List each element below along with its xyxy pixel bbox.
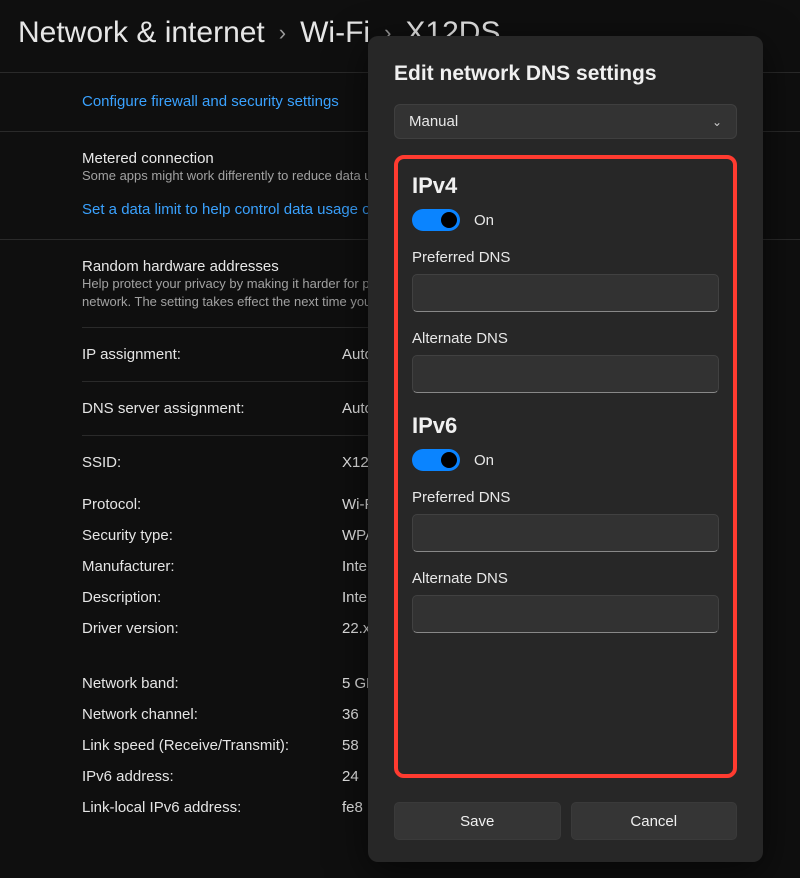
detail-key: Network band: bbox=[82, 675, 342, 692]
detail-val: 24 bbox=[342, 768, 359, 785]
dns-mode-select[interactable]: Manual ⌄ bbox=[394, 104, 737, 139]
dns-mode-value: Manual bbox=[409, 113, 458, 130]
ipv4-alternate-label: Alternate DNS bbox=[412, 330, 719, 347]
ipv4-block: IPv4 On Preferred DNS Alternate DNS bbox=[412, 173, 719, 407]
dns-config-highlight: IPv4 On Preferred DNS Alternate DNS IPv6… bbox=[394, 155, 737, 778]
detail-val: fe8 bbox=[342, 799, 363, 816]
detail-val: 22.x bbox=[342, 620, 370, 637]
ipv4-label: IPv4 bbox=[412, 173, 719, 199]
ipv4-toggle[interactable] bbox=[412, 209, 460, 231]
ipv6-preferred-input[interactable] bbox=[412, 514, 719, 552]
detail-key: IPv6 address: bbox=[82, 768, 342, 785]
detail-key: Manufacturer: bbox=[82, 558, 342, 575]
detail-val: 36 bbox=[342, 706, 359, 723]
save-button[interactable]: Save bbox=[394, 802, 561, 840]
chevron-down-icon: ⌄ bbox=[712, 115, 722, 129]
dialog-title: Edit network DNS settings bbox=[394, 62, 737, 86]
detail-key: Network channel: bbox=[82, 706, 342, 723]
detail-key: Link speed (Receive/Transmit): bbox=[82, 737, 342, 754]
ipv6-label: IPv6 bbox=[412, 413, 719, 439]
ipv4-alternate-input[interactable] bbox=[412, 355, 719, 393]
detail-key: Driver version: bbox=[82, 620, 342, 637]
detail-key: Link-local IPv6 address: bbox=[82, 799, 342, 816]
detail-key: Description: bbox=[82, 589, 342, 606]
detail-key: Protocol: bbox=[82, 496, 342, 513]
cancel-button[interactable]: Cancel bbox=[571, 802, 738, 840]
ipv4-preferred-input[interactable] bbox=[412, 274, 719, 312]
dns-settings-dialog: Edit network DNS settings Manual ⌄ IPv4 … bbox=[368, 36, 763, 862]
detail-key: Security type: bbox=[82, 527, 342, 544]
ipv6-preferred-label: Preferred DNS bbox=[412, 489, 719, 506]
detail-key: SSID: bbox=[82, 454, 342, 471]
ipv6-toggle-state: On bbox=[474, 452, 494, 469]
ipv4-toggle-state: On bbox=[474, 212, 494, 229]
ipv4-preferred-label: Preferred DNS bbox=[412, 249, 719, 266]
detail-val: 58 bbox=[342, 737, 359, 754]
chevron-right-icon: › bbox=[279, 20, 286, 46]
ipv6-toggle[interactable] bbox=[412, 449, 460, 471]
firewall-link[interactable]: Configure firewall and security settings bbox=[82, 83, 339, 121]
ipv6-block: IPv6 On Preferred DNS Alternate DNS bbox=[412, 413, 719, 647]
ip-assignment-label: IP assignment: bbox=[82, 346, 342, 363]
breadcrumb-root[interactable]: Network & internet bbox=[18, 16, 265, 50]
ipv6-alternate-input[interactable] bbox=[412, 595, 719, 633]
dns-assignment-label: DNS server assignment: bbox=[82, 400, 342, 417]
ipv6-alternate-label: Alternate DNS bbox=[412, 570, 719, 587]
breadcrumb-wifi[interactable]: Wi-Fi bbox=[300, 16, 370, 50]
